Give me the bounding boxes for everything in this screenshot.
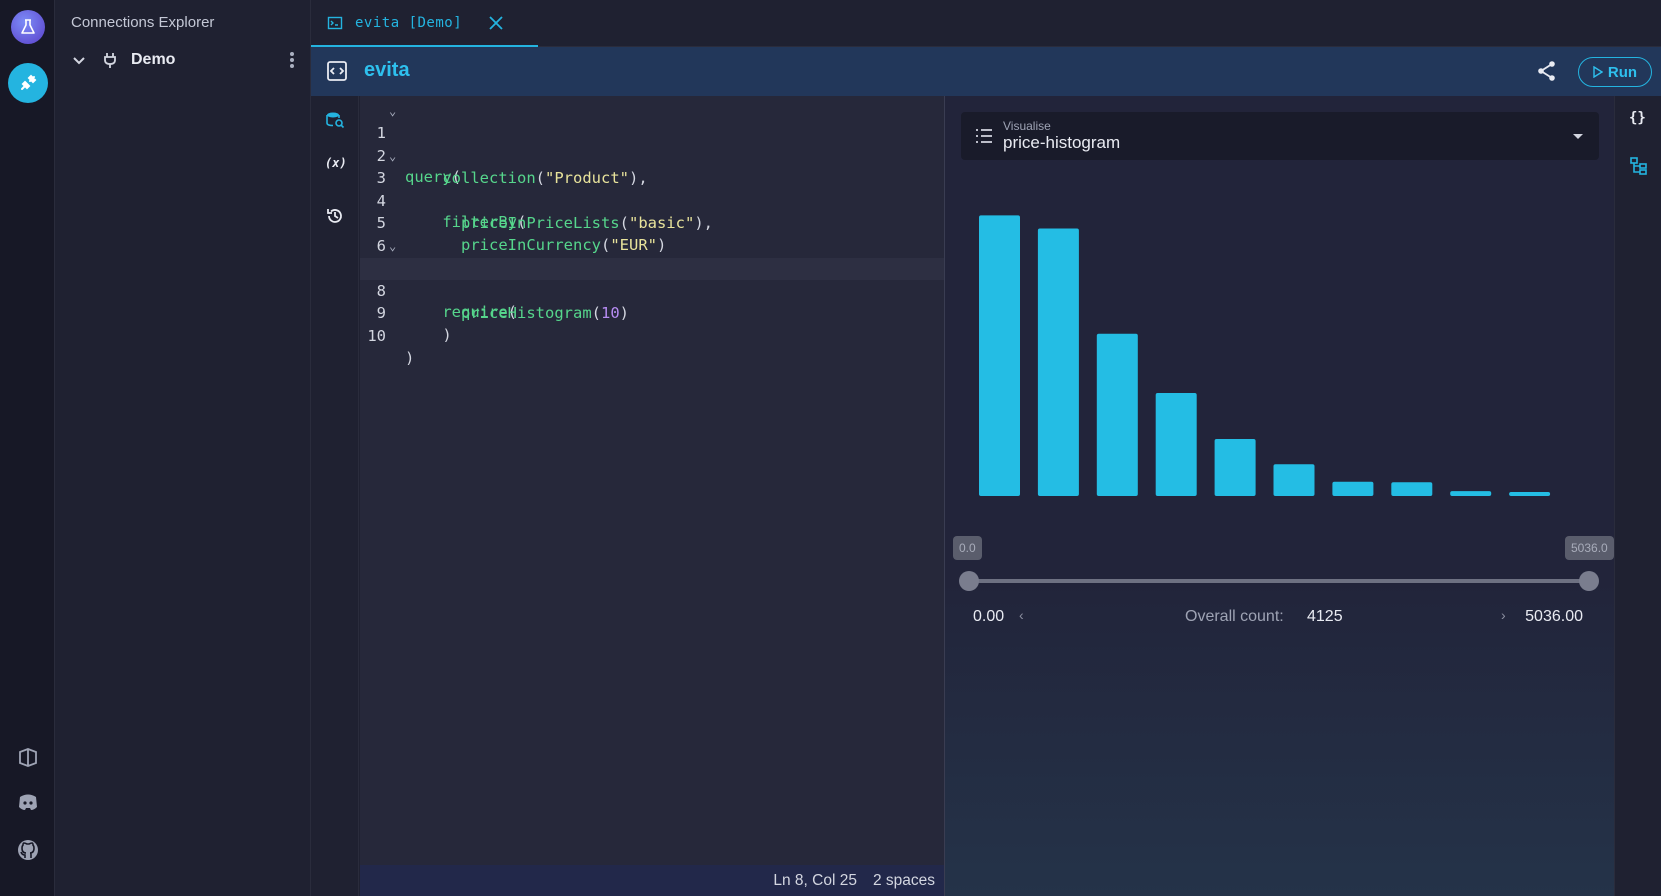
tab-bar: evita [Demo]: [311, 0, 1661, 47]
terminal-icon: [327, 16, 343, 29]
range-min-value[interactable]: 0.00: [973, 608, 1004, 626]
histogram-bar[interactable]: [1155, 392, 1197, 496]
cursor-position[interactable]: Ln 8, Col 25: [773, 872, 857, 890]
connection-name: Demo: [131, 51, 176, 68]
code-line[interactable]: 2 collection("Product"),: [360, 123, 944, 187]
editor-status-bar: Ln 8, Col 25 2 spaces: [360, 865, 944, 896]
histogram-bar[interactable]: [1214, 439, 1256, 496]
share-icon[interactable]: [1536, 60, 1558, 82]
explorer-title: Connections Explorer: [71, 14, 215, 31]
plug-icon: [104, 53, 116, 68]
fold-chevron-icon[interactable]: ⌄: [389, 100, 396, 122]
results-side-tools: {}: [1614, 96, 1661, 896]
run-button[interactable]: Run: [1578, 57, 1652, 87]
code-line[interactable]: 1 ⌄ query(: [360, 100, 944, 186]
page-title: evita: [364, 59, 410, 81]
code-editor[interactable]: 1 ⌄ query( 2 collection("Product"), 3 ⌄ …: [360, 96, 944, 865]
json-braces-icon[interactable]: {}: [1629, 110, 1649, 130]
overall-count-label: Overall count:: [1185, 608, 1284, 625]
query-toolbar: evita Run: [311, 47, 1661, 96]
query-search-icon[interactable]: [325, 110, 345, 130]
close-icon[interactable]: [487, 14, 505, 32]
histogram-bar[interactable]: [1450, 491, 1492, 496]
code-line[interactable]: 4 priceInPriceLists("basic"),: [360, 168, 944, 232]
fold-chevron-icon[interactable]: ⌄: [389, 235, 396, 257]
play-icon: [1593, 66, 1603, 78]
code-line[interactable]: 10 ): [360, 303, 944, 367]
tab-label: evita [Demo]: [355, 14, 463, 31]
range-min-handle[interactable]: [959, 571, 979, 591]
range-max-tooltip: 5036.0: [1565, 536, 1614, 560]
histogram-bar[interactable]: [1391, 482, 1433, 496]
run-button-label: Run: [1607, 63, 1638, 81]
code-line[interactable]: 6 ),: [360, 213, 944, 277]
chevron-down-icon[interactable]: [71, 52, 87, 68]
range-min-tooltip: 0.0: [953, 536, 982, 560]
variables-icon[interactable]: (x): [325, 156, 347, 176]
histogram-bar[interactable]: [1509, 492, 1551, 496]
indent-setting[interactable]: 2 spaces: [873, 872, 935, 890]
app-rail: [0, 0, 55, 896]
line-number: 10: [367, 326, 386, 345]
docs-icon[interactable]: [16, 745, 40, 769]
history-icon[interactable]: [325, 206, 345, 226]
discord-icon[interactable]: [16, 790, 40, 814]
results-panel: Visualise price-histogram 0.0 5036.0 0.0…: [944, 96, 1614, 896]
range-max-value[interactable]: 5036.00: [1525, 608, 1583, 626]
code-line[interactable]: 7 ⌄ require(: [360, 235, 944, 321]
code-line[interactable]: 9 ): [360, 280, 944, 344]
tab-evita-demo[interactable]: evita [Demo]: [311, 0, 538, 47]
range-summary: 0.00 ‹ Overall count: 4125 › 5036.00: [973, 606, 1583, 630]
connection-item-demo[interactable]: Demo: [71, 48, 299, 72]
app-logo-icon[interactable]: [11, 10, 45, 44]
editor-side-tools: (x): [311, 96, 359, 896]
tree-view-icon[interactable]: [1629, 156, 1649, 176]
connections-explorer-icon[interactable]: [8, 63, 48, 103]
more-vert-icon[interactable]: [289, 51, 295, 69]
histogram-bar[interactable]: [979, 215, 1020, 496]
overall-count-value: 4125: [1307, 608, 1343, 625]
price-range-slider[interactable]: [969, 579, 1589, 583]
code-editor-icon: [327, 61, 347, 81]
histogram-bar[interactable]: [1332, 481, 1374, 496]
histogram-bar[interactable]: [1037, 228, 1079, 497]
code-line-current[interactable]: 8 priceHistogram(10): [360, 257, 944, 322]
histogram-bar[interactable]: [1096, 333, 1138, 496]
connections-explorer: Connections Explorer Demo: [55, 0, 311, 896]
histogram-bar[interactable]: [1273, 464, 1315, 496]
chevron-right-icon: ›: [1501, 607, 1506, 623]
range-max-handle[interactable]: [1579, 571, 1599, 591]
code-line[interactable]: 3 ⌄ filterBy(: [360, 145, 944, 231]
code-line[interactable]: 5 priceInCurrency("EUR"): [360, 190, 944, 254]
price-histogram-chart: [979, 215, 1551, 497]
chevron-left-icon: ‹: [1019, 607, 1024, 623]
github-icon[interactable]: [16, 838, 40, 862]
fold-chevron-icon[interactable]: ⌄: [389, 145, 396, 167]
